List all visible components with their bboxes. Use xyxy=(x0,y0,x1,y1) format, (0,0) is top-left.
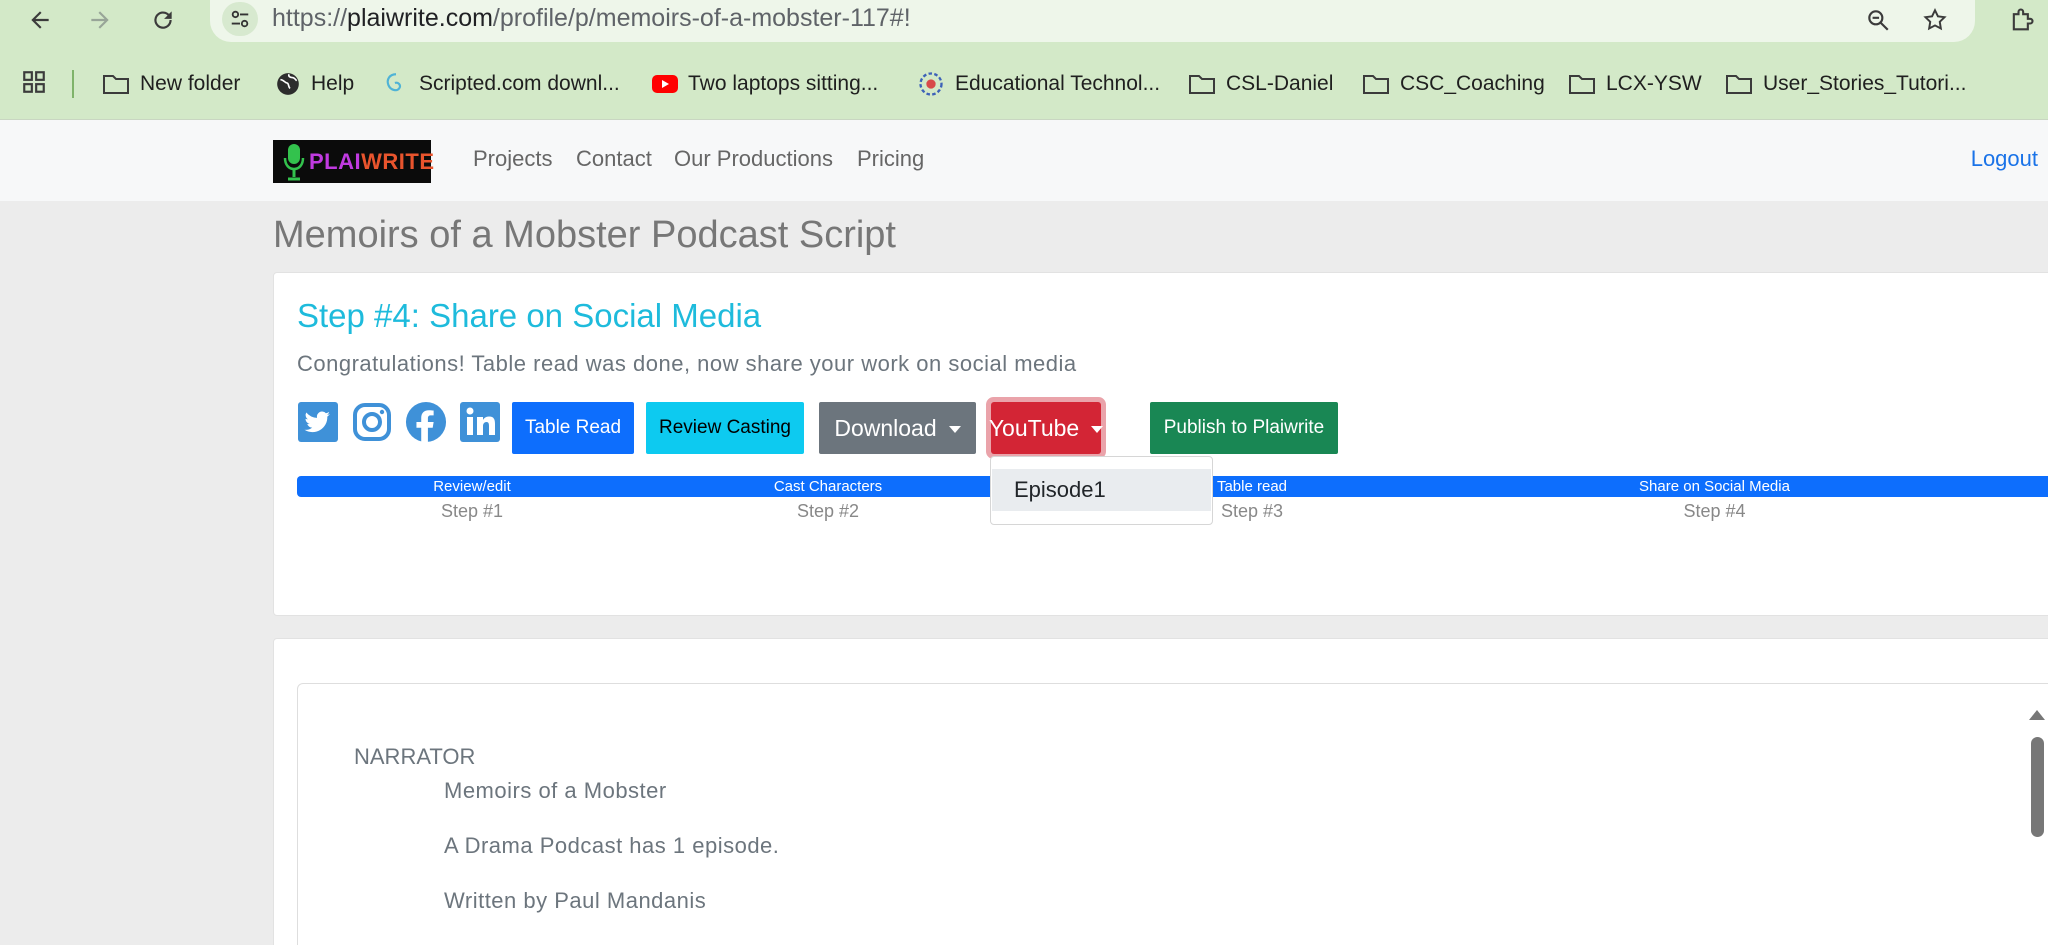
progress-label-2: Cast Characters xyxy=(773,478,883,495)
site-settings-icon[interactable] xyxy=(222,2,258,36)
bookmark-user-stories[interactable]: User_Stories_Tutori... xyxy=(1725,62,1966,106)
youtube-dropdown-button[interactable]: YouTube xyxy=(989,402,1104,454)
folder-icon xyxy=(1726,75,1752,94)
folder-icon xyxy=(1569,75,1595,94)
bookmark-lcx-ysw[interactable]: LCX-YSW xyxy=(1568,62,1702,106)
facebook-icon[interactable] xyxy=(405,401,447,443)
download-dropdown-button[interactable]: Download xyxy=(819,402,976,454)
dropdown-item-episode1[interactable]: Episode1 xyxy=(992,469,1211,511)
extensions-icon[interactable] xyxy=(2002,2,2042,38)
scrollbar-thumb[interactable] xyxy=(2031,737,2044,837)
caret-down-icon xyxy=(948,425,961,433)
script-card: NARRATOR Memoirs of a Mobster A Drama Po… xyxy=(273,638,2048,945)
publish-button[interactable]: Publish to Plaiwrite xyxy=(1150,402,1338,454)
bookmark-new-folder[interactable]: New folder xyxy=(102,62,240,106)
scripted-icon xyxy=(386,73,402,92)
script-line: Memoirs of a Mobster xyxy=(444,778,667,803)
step-subtitle: Congratulations! Table read was done, no… xyxy=(297,351,1077,376)
zoom-icon[interactable] xyxy=(1860,2,1896,38)
bookmark-help[interactable]: Help xyxy=(275,62,354,106)
plaiwrite-logo[interactable]: PLAIWRITE xyxy=(273,140,434,183)
twitter-icon[interactable] xyxy=(297,401,339,443)
youtube-icon xyxy=(652,75,678,93)
review-casting-button[interactable]: Review Casting xyxy=(646,402,804,454)
back-icon[interactable] xyxy=(20,2,60,38)
folder-icon xyxy=(1363,75,1389,94)
bookmark-educational[interactable]: Educational Technol... xyxy=(917,62,1160,106)
script-line: A Drama Podcast has 1 episode. xyxy=(444,833,780,858)
script-viewer[interactable]: NARRATOR Memoirs of a Mobster A Drama Po… xyxy=(297,683,2048,945)
scroll-up-arrow[interactable] xyxy=(2029,710,2045,720)
folder-icon xyxy=(1189,75,1215,94)
nav-projects[interactable]: Projects xyxy=(473,146,552,172)
reload-icon[interactable] xyxy=(143,2,183,38)
url-text: https://plaiwrite.com/profile/p/memoirs-… xyxy=(272,4,911,32)
step-number-4: Step #4 xyxy=(1683,501,1746,521)
script-line: Written by Paul Mandanis xyxy=(444,888,707,913)
page-title: Memoirs of a Mobster Podcast Script xyxy=(273,214,896,256)
browser-chrome: https://plaiwrite.com/profile/p/memoirs-… xyxy=(0,0,2048,119)
site-navbar: PLAIWRITE Projects Contact Our Productio… xyxy=(0,119,2048,201)
step-number-1: Step #1 xyxy=(440,501,504,521)
caret-down-icon xyxy=(1091,425,1104,433)
instagram-icon[interactable] xyxy=(351,401,393,443)
bookmark-star-icon[interactable] xyxy=(1917,2,1953,38)
globe-icon xyxy=(277,73,299,95)
bookmark-csc-coaching[interactable]: CSC_Coaching xyxy=(1362,62,1545,106)
table-read-button[interactable]: Table Read xyxy=(512,402,634,454)
bookmark-scripted[interactable]: Scripted.com downl... xyxy=(383,62,620,106)
folder-icon xyxy=(103,75,129,94)
forward-icon[interactable] xyxy=(80,2,120,38)
bookmark-youtube[interactable]: Two laptops sitting... xyxy=(652,62,878,106)
microphone-icon xyxy=(283,144,305,181)
nav-our-productions[interactable]: Our Productions xyxy=(674,146,833,172)
progress-label-1: Review/edit xyxy=(433,478,511,495)
nav-contact[interactable]: Contact xyxy=(576,146,652,172)
linkedin-icon[interactable] xyxy=(459,401,501,443)
share-card: Step #4: Share on Social Media Congratul… xyxy=(273,272,2048,616)
progress-label-4: Share on Social Media xyxy=(1639,478,1790,495)
edtech-icon xyxy=(919,72,943,96)
bookmarks-bar: New folder Help Scripted.com downl... Tw… xyxy=(0,62,2048,106)
speaker-name: NARRATOR xyxy=(354,744,476,769)
logout-link[interactable]: Logout xyxy=(1971,146,2038,172)
youtube-dropdown-menu: Episode1 xyxy=(990,456,1213,525)
bookmark-csl-daniel[interactable]: CSL-Daniel xyxy=(1188,62,1333,106)
nav-pricing[interactable]: Pricing xyxy=(857,146,924,172)
address-bar[interactable]: https://plaiwrite.com/profile/p/memoirs-… xyxy=(210,0,1975,42)
step-number-2: Step #2 xyxy=(796,501,860,521)
step-title: Step #4: Share on Social Media xyxy=(297,297,762,334)
